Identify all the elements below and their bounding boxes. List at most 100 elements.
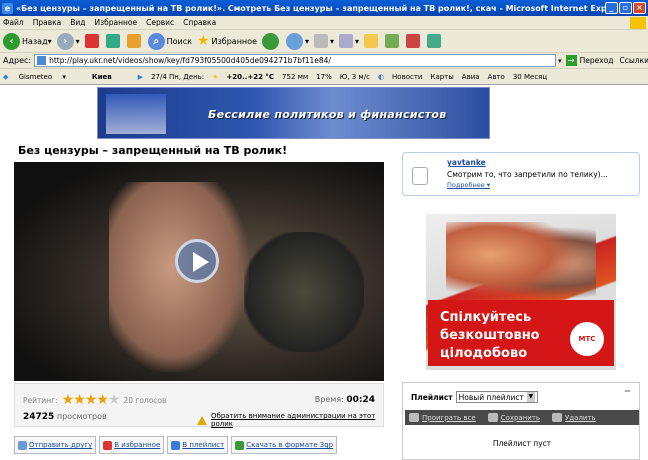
menu-view[interactable]: Вид [70,18,85,27]
star-icon[interactable]: ★ [73,392,86,408]
address-url: http://play.ukr.net/videos/show/key/fd79… [49,56,331,65]
mail-icon [18,440,27,450]
ad-image [446,222,596,304]
star-icon[interactable]: ★ [96,392,109,408]
toolbar: ‹ Назад ▾ › ▾ ⌕ Поиск ★ Избранное ▾ ▾ ▾ [0,30,648,53]
play-all-icon [409,413,419,422]
maximize-button[interactable]: ▫ [619,2,632,14]
menu-tools[interactable]: Сервис [146,18,174,27]
delete-label: Удалить [565,413,596,422]
avia-link[interactable]: Авиа [462,73,480,81]
gismeteo-logo-icon: ◆ [3,72,9,81]
plugin-button[interactable] [406,34,422,48]
video-actions: Отправить другу В избранное В плейлист С… [14,436,384,456]
mts-logo: МТС [570,322,604,356]
forward-button[interactable]: › ▾ [56,32,80,50]
download-3gp-button[interactable]: Скачать в формате 3gp [231,436,338,454]
top-banner[interactable]: Бессилие политиков и финансистов [97,87,490,139]
home-button[interactable] [126,34,143,48]
add-to-favorites-button[interactable]: В избранное [99,436,165,454]
video-thumbnail [109,182,249,372]
views-count: 24725 [23,412,55,422]
star-icon[interactable]: ★ [85,392,98,408]
send-label: Отправить другу [29,441,93,449]
media-button[interactable] [261,32,281,50]
back-arrow-icon: ‹ [3,32,20,50]
folder-button[interactable] [364,34,380,48]
go-label: Переход [579,56,614,65]
stop-button[interactable] [84,34,101,48]
download-label: Скачать в формате 3gp [246,441,334,449]
comment-more-link[interactable]: Подробнее ▾ [447,181,490,189]
comment-user[interactable]: yavtanke [447,158,486,167]
star-icon[interactable]: ★ [62,392,75,408]
chevron-down-icon: ▼ [526,392,535,402]
minimize-button[interactable]: _ [605,2,618,14]
city-label[interactable]: Киев [92,73,112,81]
add-to-playlist-button[interactable]: В плейлист [167,436,229,454]
favorites-label: Избранное [211,36,257,46]
menu-bar: Файл Правка Вид Избранное Сервис Справка [0,16,648,30]
history-button[interactable]: ▾ [285,32,309,50]
gismeteo-toolbar: ◆ Gismeteo ▾ Киев ▶ 27/4 Пн, День: ☀ +20… [0,69,648,85]
back-button[interactable]: ‹ Назад ▾ [3,32,52,50]
video-player[interactable] [14,162,384,381]
star-empty-icon[interactable]: ★ [108,392,121,408]
go-button[interactable]: → Переход [565,55,614,66]
mail-button[interactable]: ▾ [314,34,334,48]
menu-file[interactable]: Файл [3,18,24,27]
report-link[interactable]: Обратить внимание администрации на этот … [197,412,383,428]
globe-icon[interactable]: ◐ [378,73,384,81]
menu-help[interactable]: Справка [183,18,216,27]
playlist-panel: Плейлист Новый плейлист ▼ – Проиграть все… [402,382,640,460]
comment-text: Смотрим то, что запретили по телику)... [447,170,608,179]
news-link[interactable]: Новости [392,73,422,81]
page-icon [37,56,47,65]
minimize-panel-button[interactable]: – [624,383,631,399]
windows-logo-icon [630,16,646,29]
video-info-panel: Рейтинг: ★★★★★ 20 голосов Время: 00:24 2… [14,383,384,428]
playlist-select[interactable]: Новый плейлист ▼ [455,391,538,403]
page-content: Бессилие политиков и финансистов Без цен… [0,86,648,460]
time-label: Время: [314,395,344,404]
rating-stars[interactable]: ★★★★★ [62,392,121,408]
links-button[interactable]: Ссылки [619,56,648,65]
month-link[interactable]: 30 Месяц [513,73,547,81]
save-icon [487,413,498,422]
pressure: 752 мм [282,72,309,81]
menu-favorites[interactable]: Избранное [95,18,138,27]
maps-link[interactable]: Карты [430,73,453,81]
delete-button[interactable]: Удалить [552,413,596,422]
refresh-icon [105,34,120,48]
media-icon [261,32,279,50]
close-button[interactable]: × [633,2,646,14]
print-icon [339,34,354,48]
avatar[interactable] [412,167,428,185]
save-button[interactable]: Сохранить [487,413,540,422]
playlist-header: Плейлист Новый плейлист ▼ [411,391,538,403]
favorites-button[interactable]: ★ Избранное [197,33,257,49]
rating: Рейтинг: ★★★★★ 20 голосов [23,392,166,408]
time-value: 00:24 [346,395,375,405]
play-icon[interactable]: ▶ [138,73,143,81]
send-to-friend-button[interactable]: Отправить другу [14,436,97,454]
address-dropdown-icon[interactable]: ▾ [558,57,562,65]
mail-icon [314,34,328,48]
ad-banner[interactable]: Спілкуйтесь безкоштовно цілодобово МТС [426,214,616,370]
messenger-button[interactable] [385,34,401,48]
window-titlebar: e «Без цензуры – запрещенный на ТВ ролик… [0,0,648,16]
gismeteo-button[interactable]: ◆ Gismeteo ▾ [3,73,66,81]
comment-box: yavtanke Смотрим то, что запретили по те… [402,152,640,196]
refresh-button[interactable] [105,34,122,48]
print-button[interactable]: ▾ [339,34,359,48]
play-all-button[interactable]: Проиграть все [409,413,476,422]
search-button[interactable]: ⌕ Поиск [147,32,192,50]
auto-link[interactable]: Авто [488,73,505,81]
address-input[interactable]: http://play.ukr.net/videos/show/key/fd79… [34,54,557,67]
people-button[interactable] [427,34,443,48]
play-button[interactable] [175,239,219,283]
menu-edit[interactable]: Правка [33,18,62,27]
play-all-label: Проиграть все [422,413,476,422]
messenger-icon [385,34,400,48]
video-background [244,232,364,352]
